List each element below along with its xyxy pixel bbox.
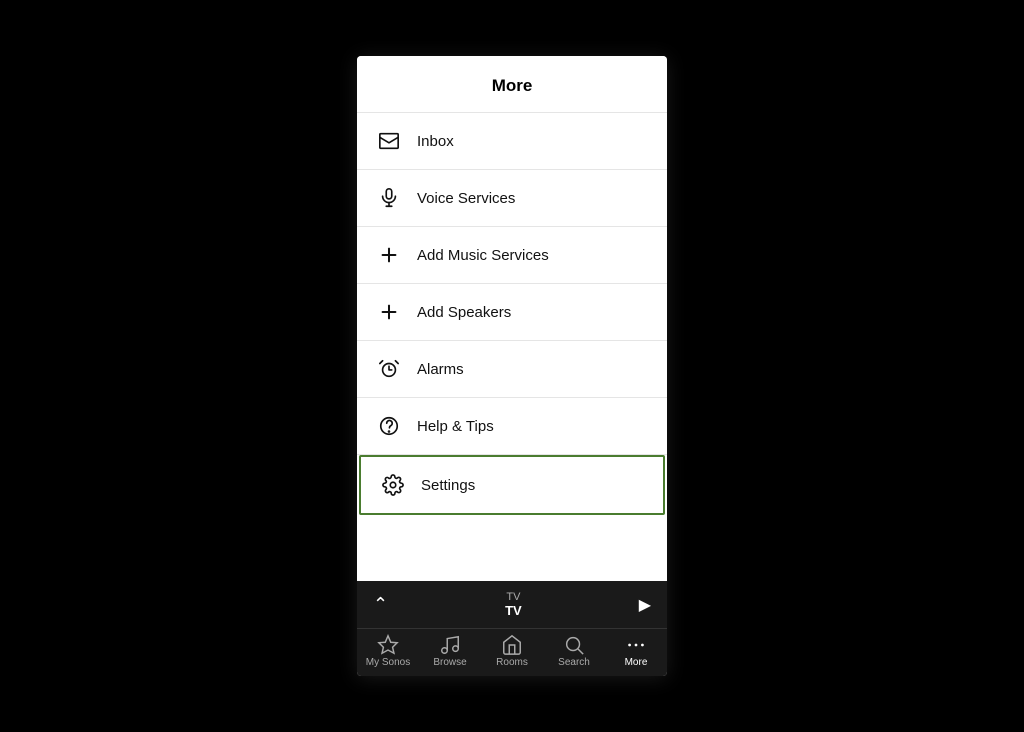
menu-item-help[interactable]: Help & Tips xyxy=(357,398,667,455)
add-music-icon xyxy=(377,243,401,267)
menu-item-voice-services[interactable]: Voice Services xyxy=(357,170,667,227)
transport-bar: ⌃ TV TV ▶ xyxy=(357,581,667,628)
chevron-up-icon[interactable]: ⌃ xyxy=(373,594,388,615)
add-music-label: Add Music Services xyxy=(417,247,549,264)
search-icon xyxy=(562,635,586,655)
settings-icon xyxy=(381,473,405,497)
play-button[interactable]: ▶ xyxy=(639,595,651,615)
my-sonos-icon xyxy=(376,635,400,655)
more-icon xyxy=(624,635,648,655)
nav-item-rooms[interactable]: Rooms xyxy=(487,635,537,668)
my-sonos-nav-label: My Sonos xyxy=(366,657,410,668)
help-icon xyxy=(377,414,401,438)
menu-list: Inbox Voice Services Add M xyxy=(357,113,667,581)
menu-item-settings[interactable]: Settings xyxy=(359,455,665,515)
nav-item-my-sonos[interactable]: My Sonos xyxy=(363,635,413,668)
inbox-label: Inbox xyxy=(417,133,454,150)
alarm-icon xyxy=(377,357,401,381)
inbox-icon xyxy=(377,129,401,153)
nav-item-browse[interactable]: Browse xyxy=(425,635,475,668)
voice-services-label: Voice Services xyxy=(417,190,515,207)
browse-nav-label: Browse xyxy=(433,657,466,668)
help-label: Help & Tips xyxy=(417,418,494,435)
phone-container: More Inbox Voice Serv xyxy=(357,56,667,676)
menu-item-add-music[interactable]: Add Music Services xyxy=(357,227,667,284)
add-speakers-label: Add Speakers xyxy=(417,304,511,321)
settings-label: Settings xyxy=(421,477,475,494)
rooms-icon xyxy=(500,635,524,655)
transport-source-label: TV xyxy=(505,591,522,603)
add-speakers-icon xyxy=(377,300,401,324)
rooms-nav-label: Rooms xyxy=(496,657,528,668)
header: More xyxy=(357,56,667,113)
browse-icon xyxy=(438,635,462,655)
nav-item-search[interactable]: Search xyxy=(549,635,599,668)
page-title: More xyxy=(492,76,533,95)
nav-item-more[interactable]: More xyxy=(611,635,661,668)
more-nav-label: More xyxy=(625,657,648,668)
search-nav-label: Search xyxy=(558,657,590,668)
bottom-nav: My Sonos Browse Rooms xyxy=(357,628,667,676)
alarms-label: Alarms xyxy=(417,361,464,378)
now-playing-info: TV TV xyxy=(505,591,522,618)
menu-item-inbox[interactable]: Inbox xyxy=(357,113,667,170)
menu-item-add-speakers[interactable]: Add Speakers xyxy=(357,284,667,341)
transport-room-label: TV xyxy=(505,603,522,618)
microphone-icon xyxy=(377,186,401,210)
menu-item-alarms[interactable]: Alarms xyxy=(357,341,667,398)
